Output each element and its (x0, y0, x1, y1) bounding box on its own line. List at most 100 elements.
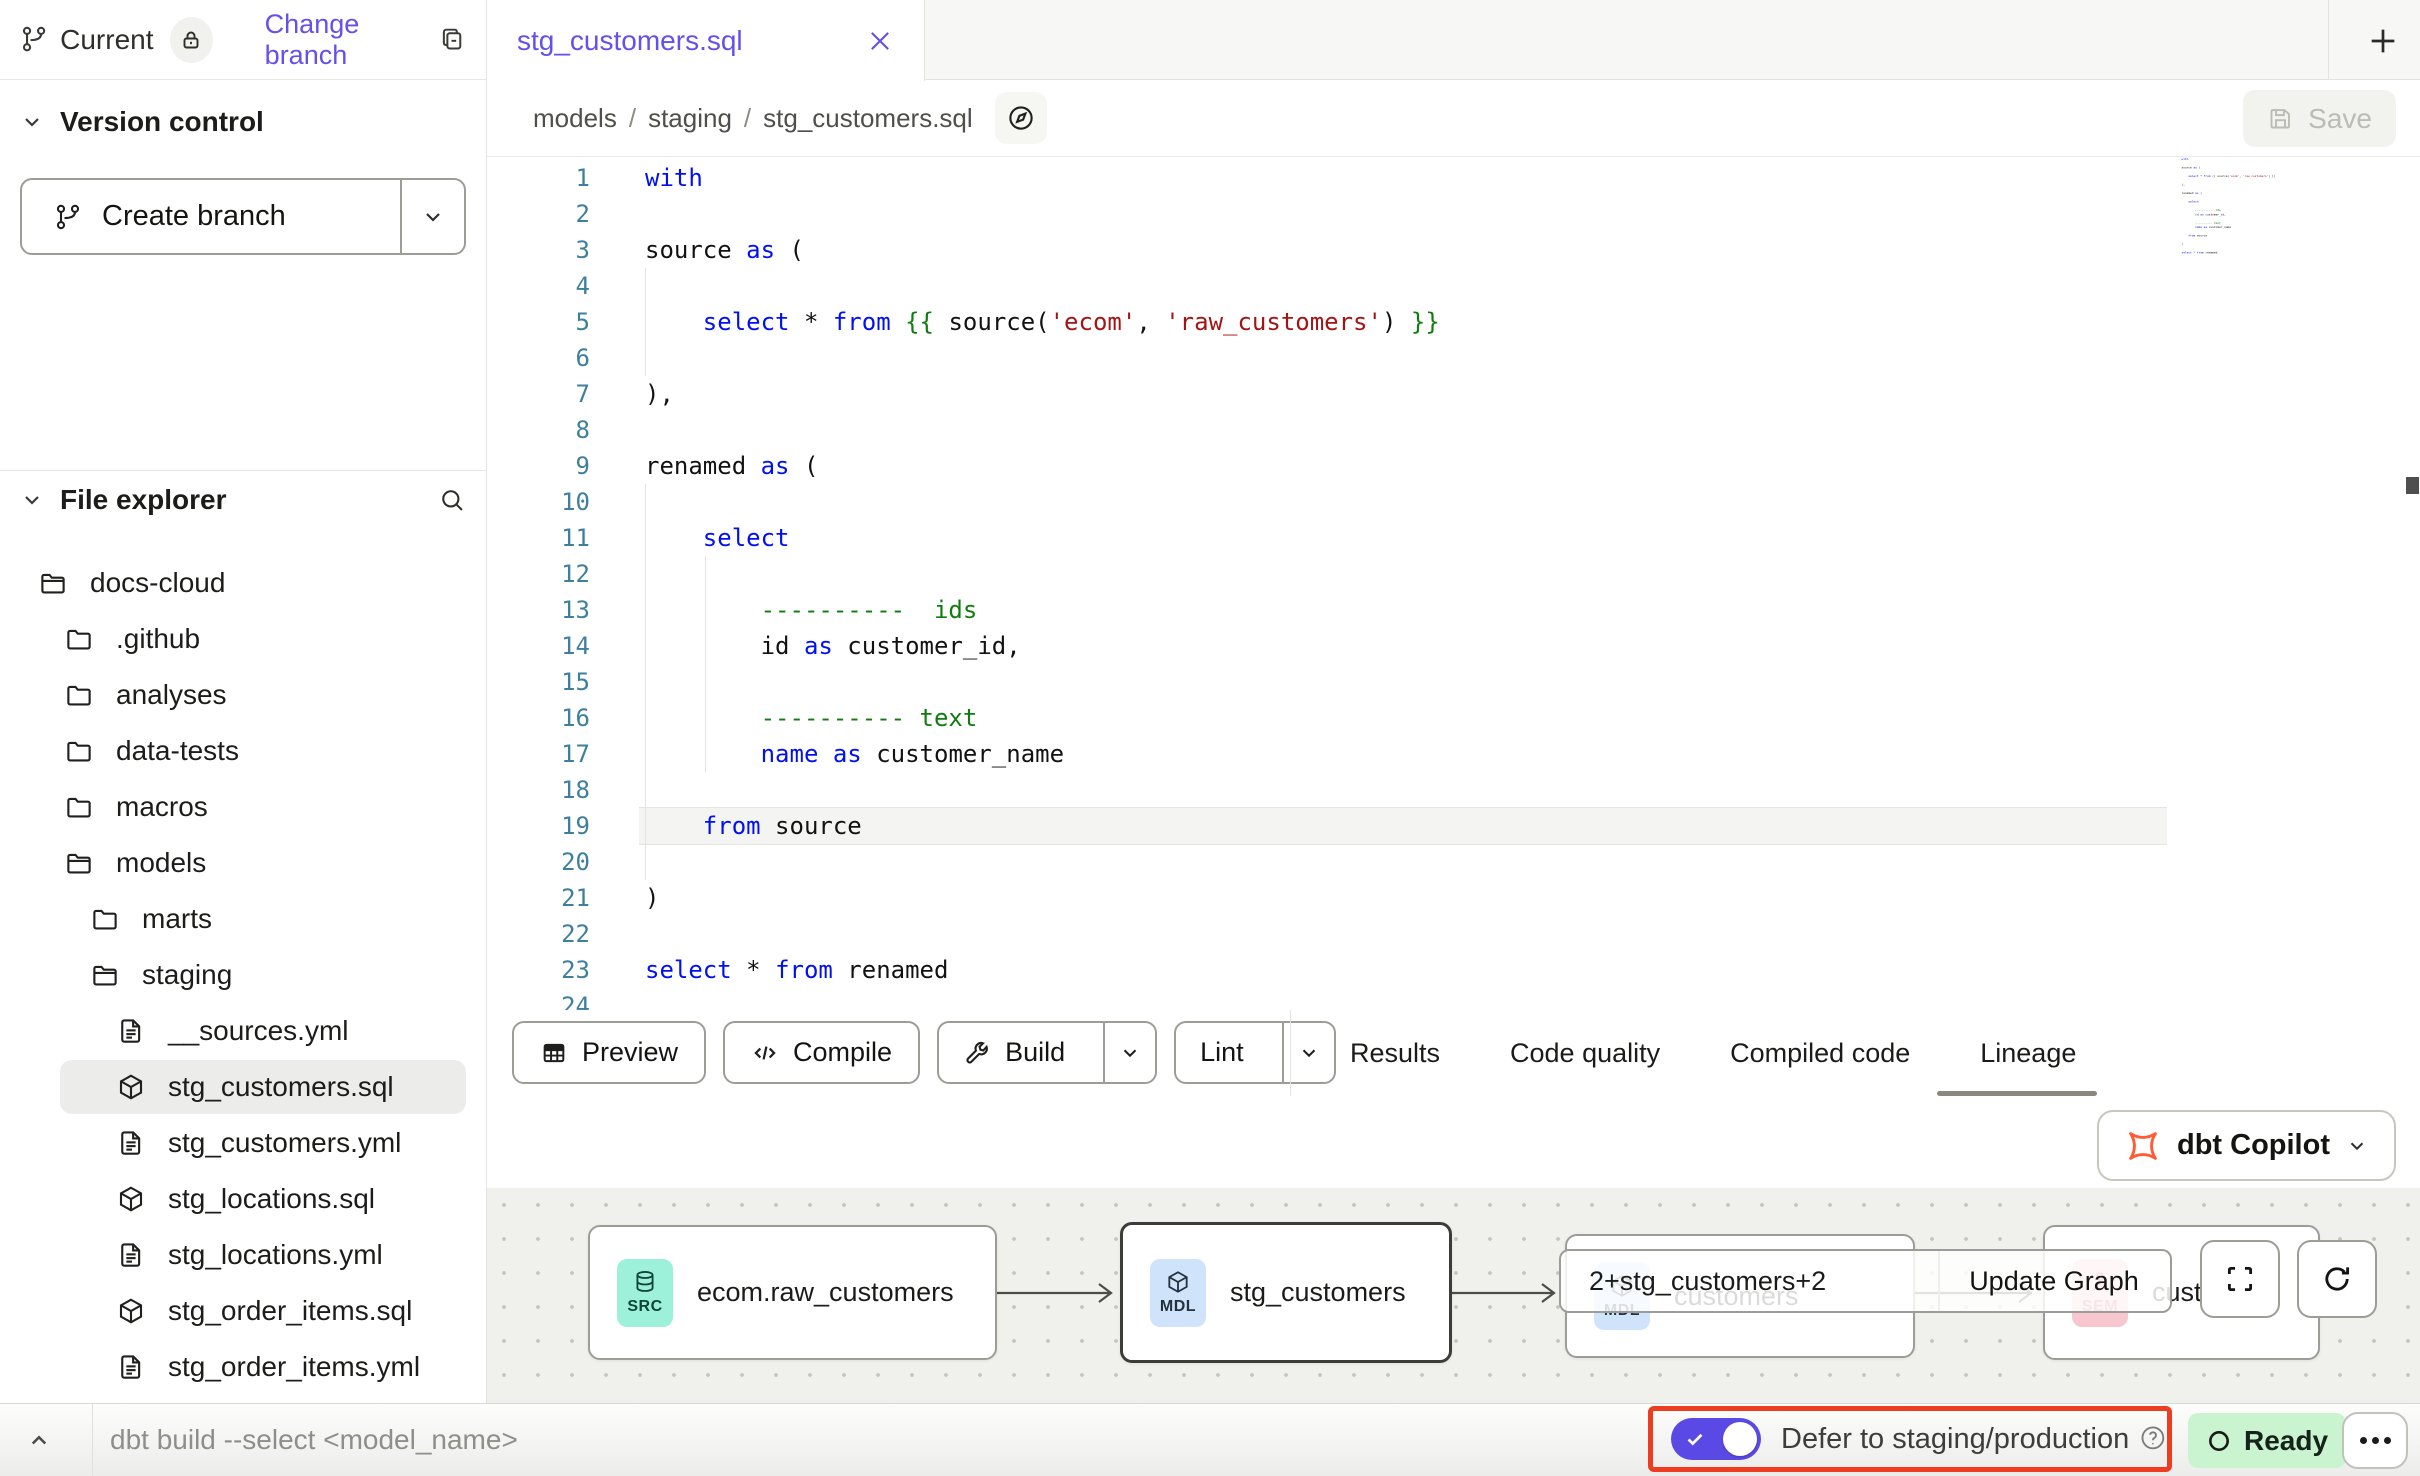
code-editor[interactable]: 1with23source as (45 select * from {{ so… (487, 157, 2420, 1010)
lint-main[interactable]: Lint (1176, 1023, 1268, 1082)
code-line-19[interactable]: 19 from source (487, 808, 2420, 844)
wrench-icon (963, 1039, 991, 1067)
folder-icon (64, 792, 94, 822)
lineage-canvas[interactable]: SRC ecom.raw_customers MDL stg_customers… (487, 1188, 2420, 1403)
change-branch-link[interactable]: Change branch (265, 9, 438, 71)
version-control-section-header[interactable]: Version control (20, 94, 466, 150)
update-graph-button[interactable]: Update Graph (1938, 1249, 2172, 1313)
code-line-21[interactable]: 21) (487, 880, 2420, 916)
tree-item-stg-locations-sql[interactable]: stg_locations.sql (0, 1171, 486, 1227)
code-line-1[interactable]: 1with (487, 160, 2420, 196)
lineage-edge (995, 1280, 1125, 1306)
line-number: 7 (487, 376, 590, 412)
tree-item-models[interactable]: models (0, 835, 486, 891)
tab-results[interactable]: Results (1350, 1038, 1440, 1069)
code-line-6[interactable]: 6 (487, 340, 2420, 376)
code-line-11[interactable]: 11 select (487, 520, 2420, 556)
model-navigate-button[interactable] (995, 92, 1047, 144)
chevron-down-icon (421, 205, 445, 229)
tree-item-stg-order-items-sql[interactable]: stg_order_items.sql (0, 1283, 486, 1339)
tree-item-data-tests[interactable]: data-tests (0, 723, 486, 779)
create-branch-button[interactable]: Create branch (20, 178, 466, 255)
tree-item-marts[interactable]: marts (0, 891, 486, 947)
code-line-8[interactable]: 8 (487, 412, 2420, 448)
search-icon[interactable] (438, 486, 466, 514)
tab-compiled-code[interactable]: Compiled code (1730, 1038, 1910, 1069)
tree-item-analyses[interactable]: analyses (0, 667, 486, 723)
chevron-up-icon[interactable] (24, 1426, 54, 1456)
file-explorer-section-header[interactable]: File explorer (20, 472, 466, 528)
lint-button[interactable]: Lint (1174, 1021, 1336, 1084)
tree-item-label: staging (142, 959, 232, 991)
create-branch-dropdown[interactable] (402, 180, 464, 253)
code-line-15[interactable]: 15 (487, 664, 2420, 700)
code-line-3[interactable]: 3source as ( (487, 232, 2420, 268)
code-line-4[interactable]: 4 (487, 268, 2420, 304)
tree-item-staging[interactable]: staging (0, 947, 486, 1003)
tree-item-label: models (116, 847, 206, 879)
tab-code-quality[interactable]: Code quality (1510, 1038, 1660, 1069)
code-line-2[interactable]: 2 (487, 196, 2420, 232)
preview-button[interactable]: Preview (512, 1021, 706, 1084)
tree-item-macros[interactable]: macros (0, 779, 486, 835)
fullscreen-button[interactable] (2200, 1240, 2280, 1318)
copy-icon[interactable] (438, 25, 466, 55)
tab-stg-customers-sql[interactable]: stg_customers.sql (487, 0, 925, 81)
tree-item--sources-yml[interactable]: __sources.yml (0, 1003, 486, 1059)
code-line-9[interactable]: 9renamed as ( (487, 448, 2420, 484)
code-lines[interactable]: 1with23source as (45 select * from {{ so… (487, 157, 2420, 1010)
refresh-button[interactable] (2297, 1240, 2377, 1318)
create-branch-main[interactable]: Create branch (22, 180, 402, 253)
code-line-7[interactable]: 7), (487, 376, 2420, 412)
help-icon[interactable] (2139, 1424, 2167, 1454)
code-line-17[interactable]: 17 name as customer_name (487, 736, 2420, 772)
build-dropdown[interactable] (1103, 1023, 1155, 1082)
dbt-copilot-icon (2125, 1128, 2161, 1164)
code-line-24[interactable]: 24 (487, 988, 2420, 1010)
folder-icon (64, 736, 94, 766)
dbt-copilot-button[interactable]: dbt Copilot (2097, 1110, 2396, 1181)
code-line-18[interactable]: 18 (487, 772, 2420, 808)
tree-item-stg-customers-sql[interactable]: stg_customers.sql (0, 1059, 486, 1115)
line-number: 6 (487, 340, 590, 376)
line-number: 1 (487, 160, 590, 196)
database-icon (632, 1269, 658, 1295)
command-input[interactable] (110, 1404, 870, 1476)
tree-item-stg-order-items-yml[interactable]: stg_order_items.yml (0, 1339, 486, 1395)
new-tab-button[interactable] (2360, 18, 2406, 64)
code-line-20[interactable]: 20 (487, 844, 2420, 880)
lineage-node-ecom-raw-customers[interactable]: SRC ecom.raw_customers (588, 1225, 997, 1360)
code-line-10[interactable]: 10 (487, 484, 2420, 520)
line-number: 10 (487, 484, 590, 520)
line-number: 5 (487, 304, 590, 340)
code-line-12[interactable]: 12 (487, 556, 2420, 592)
result-tabs: Results Code quality Compiled code Linea… (1350, 1010, 2076, 1096)
line-number: 4 (487, 268, 590, 304)
compile-button[interactable]: Compile (723, 1021, 920, 1084)
code-line-22[interactable]: 22 (487, 916, 2420, 952)
tree-item-docs-cloud[interactable]: docs-cloud (0, 555, 486, 611)
lineage-selector-input[interactable]: 2+stg_customers+2 (1559, 1249, 1940, 1313)
code-line-13[interactable]: 13 ---------- ids (487, 592, 2420, 628)
code-line-16[interactable]: 16 ---------- text (487, 700, 2420, 736)
more-options-button[interactable] (2342, 1412, 2408, 1469)
code-line-23[interactable]: 23select * from renamed (487, 952, 2420, 988)
line-number: 24 (487, 988, 590, 1010)
tab-lineage[interactable]: Lineage (1980, 1038, 2076, 1069)
defer-toggle[interactable] (1671, 1418, 1761, 1460)
build-main[interactable]: Build (939, 1023, 1089, 1082)
tree-item-label: docs-cloud (90, 567, 225, 599)
scrollbar-thumb[interactable] (2406, 477, 2419, 494)
save-button[interactable]: Save (2243, 90, 2396, 147)
save-icon (2267, 105, 2294, 132)
tree-item--github[interactable]: .github (0, 611, 486, 667)
close-icon[interactable] (866, 27, 894, 55)
code-line-14[interactable]: 14 id as customer_id, (487, 628, 2420, 664)
tree-item-stg-customers-yml[interactable]: stg_customers.yml (0, 1115, 486, 1171)
divider (1290, 1010, 1291, 1096)
build-button[interactable]: Build (937, 1021, 1157, 1084)
minimap[interactable]: withsource as ( select * from {{ source(… (2175, 157, 2289, 255)
code-line-5[interactable]: 5 select * from {{ source('ecom', 'raw_c… (487, 304, 2420, 340)
lineage-node-stg-customers[interactable]: MDL stg_customers (1120, 1222, 1452, 1363)
tree-item-stg-locations-yml[interactable]: stg_locations.yml (0, 1227, 486, 1283)
